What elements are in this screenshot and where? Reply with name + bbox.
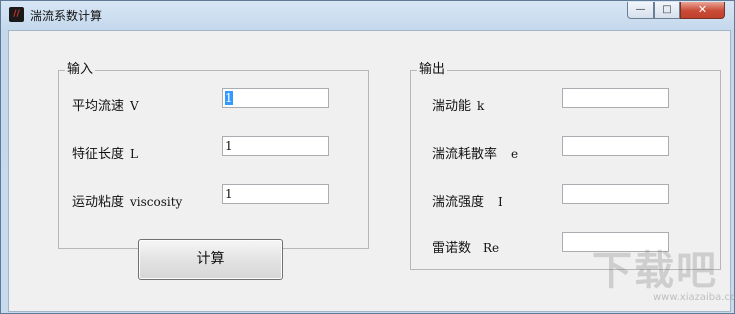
viscosity-symbol: viscosity	[130, 195, 183, 209]
calculate-button[interactable]: 计算	[138, 239, 283, 280]
output-label-intensity: 湍流强度 I	[432, 191, 503, 210]
input-label-viscosity: 运动粘度 viscosity	[72, 191, 182, 210]
length-label-text: 特征长度	[72, 147, 125, 162]
output-label-tke: 湍动能 k	[432, 95, 484, 114]
tke-label-text: 湍动能	[432, 99, 472, 114]
input-label-velocity: 平均流速 V	[72, 95, 139, 114]
watermark-url: www.xiazaiba.com	[653, 292, 735, 303]
dissipation-label-text: 湍流耗散率	[432, 147, 498, 162]
maximize-button[interactable]: □	[654, 2, 680, 19]
length-input[interactable]: 1	[222, 136, 329, 156]
tke-output-field[interactable]	[562, 88, 669, 108]
length-symbol: L	[130, 147, 138, 161]
tke-symbol: k	[477, 99, 485, 113]
minimize-button[interactable]: —	[627, 2, 654, 19]
velocity-input-value: 1	[225, 91, 233, 105]
close-button[interactable]: ✕	[680, 2, 725, 19]
velocity-input[interactable]: 1	[222, 88, 329, 108]
title-bar[interactable]: // 湍流系数计算 — □ ✕	[1, 1, 734, 29]
output-group-title: 输出	[417, 62, 448, 78]
app-icon: //	[9, 7, 24, 22]
intensity-output-field[interactable]	[562, 184, 669, 204]
window-title: 湍流系数计算	[30, 9, 103, 23]
dissipation-output-field[interactable]	[562, 136, 669, 156]
viscosity-label-text: 运动粘度	[72, 195, 125, 210]
input-label-length: 特征长度 L	[72, 143, 138, 162]
intensity-symbol: I	[498, 195, 503, 209]
intensity-label-text: 湍流强度	[432, 195, 485, 210]
reynolds-symbol: Re	[483, 241, 500, 255]
reynolds-label-text: 雷诺数	[432, 241, 472, 256]
viscosity-input[interactable]: 1	[222, 184, 329, 204]
velocity-label-text: 平均流速	[72, 99, 125, 114]
dissipation-symbol: e	[511, 147, 519, 161]
output-label-reynolds: 雷诺数 Re	[432, 237, 499, 256]
input-group-title: 输入	[65, 62, 96, 78]
velocity-symbol: V	[130, 99, 139, 113]
output-label-dissipation: 湍流耗散率 e	[432, 143, 518, 162]
